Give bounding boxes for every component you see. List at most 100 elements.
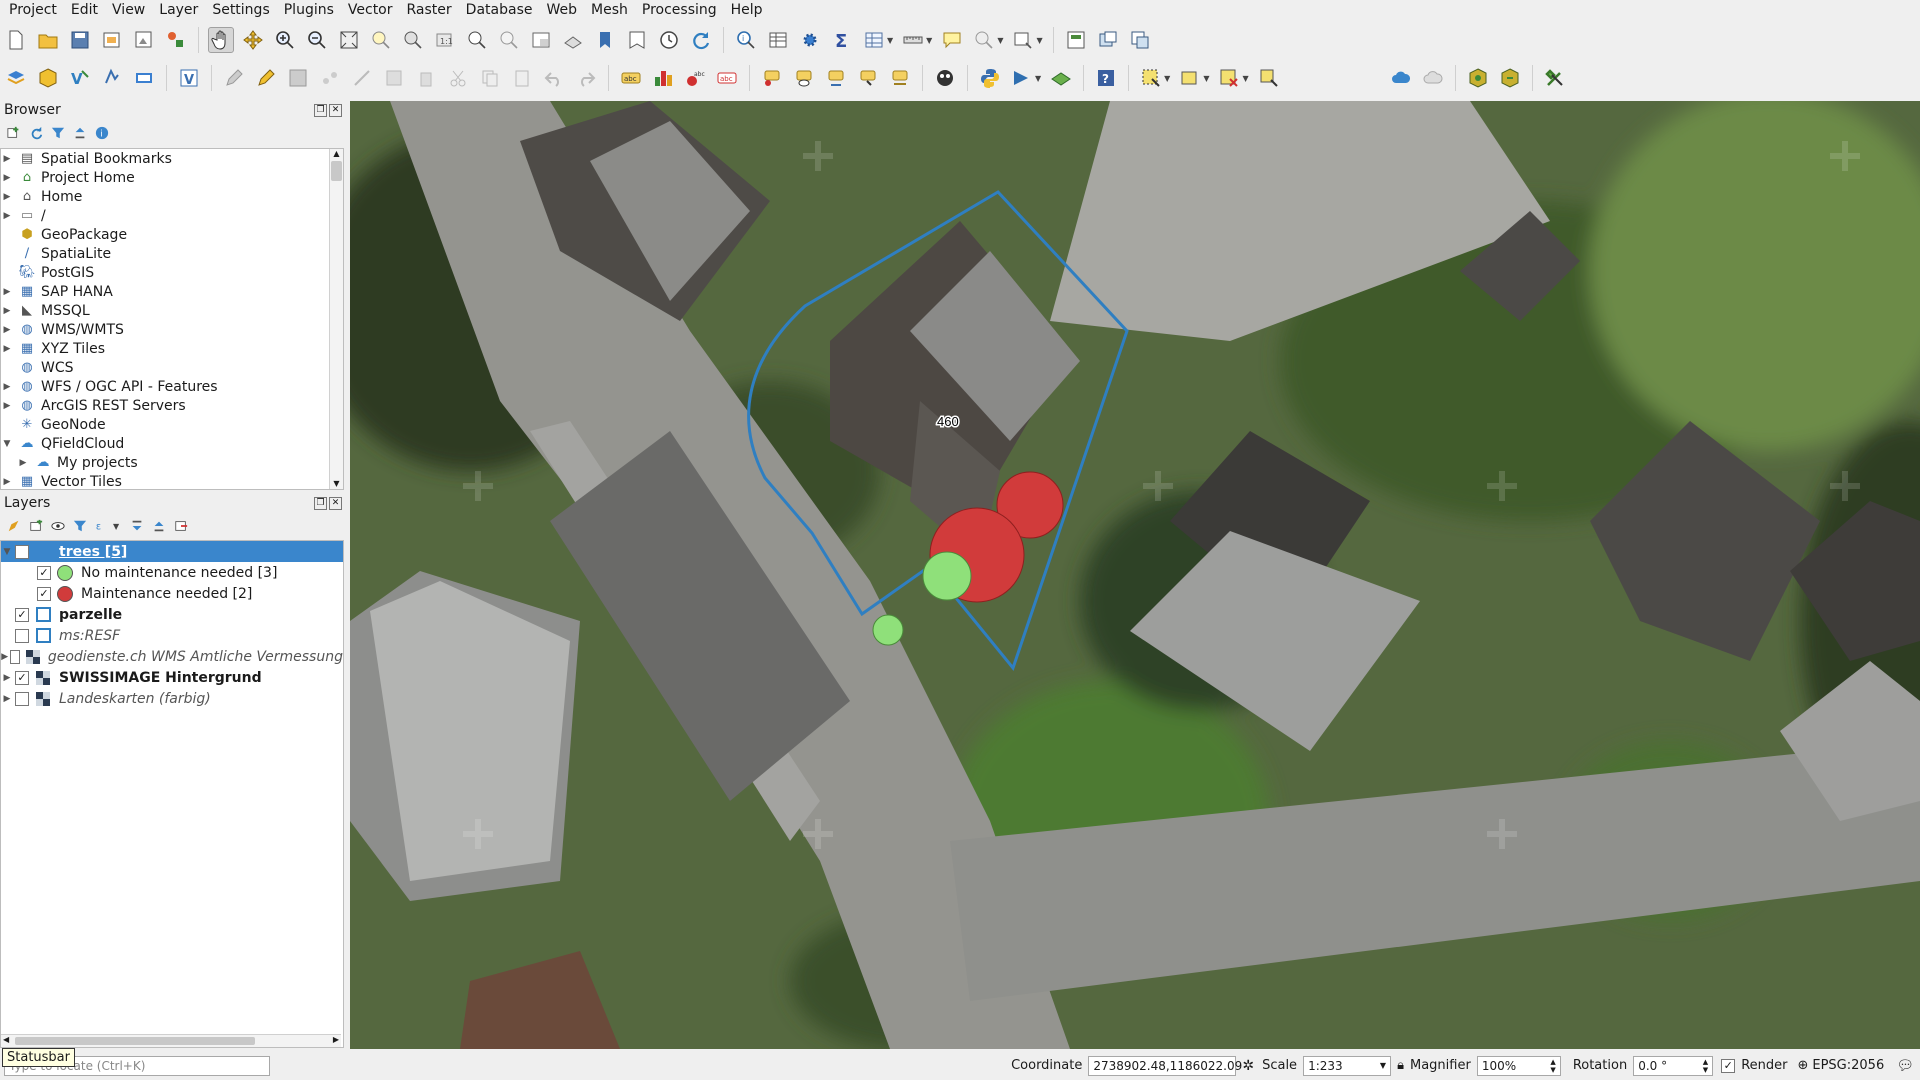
layer-item-trees-5[interactable]: ▼ ✓ trees [5] xyxy=(1,541,343,562)
browser-item-spatial-bookmarks[interactable]: ▶ ▤ Spatial Bookmarks xyxy=(1,149,343,168)
zoom-to-layer-button[interactable] xyxy=(400,27,426,53)
new-virtual-layer-button[interactable] xyxy=(131,65,157,91)
menu-project[interactable]: Project xyxy=(4,2,62,18)
chevron-right-icon[interactable]: ▶ xyxy=(1,477,13,487)
plugin-manager-button[interactable] xyxy=(932,65,958,91)
paste-features-button[interactable] xyxy=(509,65,535,91)
annotation-button[interactable] xyxy=(1010,27,1036,53)
browser-item-arcgis-rest-servers[interactable]: ▶ ◍ ArcGIS REST Servers xyxy=(1,396,343,415)
layer-item-swissimage-hintergrund[interactable]: ▶ ✓ SWISSIMAGE Hintergrund xyxy=(1,667,343,688)
copy-features-button[interactable] xyxy=(477,65,503,91)
scroll-thumb[interactable] xyxy=(331,161,342,181)
label-pin-button[interactable]: abc xyxy=(682,65,708,91)
layer-visibility-checkbox[interactable]: ✓ xyxy=(15,544,29,559)
float-panel-icon[interactable]: ❐ xyxy=(314,496,327,510)
new-3d-view-button[interactable] xyxy=(560,27,586,53)
label-properties-button[interactable] xyxy=(887,65,913,91)
dropdown-arrow-icon[interactable]: ▼ xyxy=(1242,74,1248,83)
browser-item-wms-wmts[interactable]: ▶ ◍ WMS/WMTS xyxy=(1,320,343,339)
zoom-full-button[interactable] xyxy=(336,27,362,53)
new-map-view-button[interactable] xyxy=(528,27,554,53)
tools-button[interactable] xyxy=(1542,65,1568,91)
browser-item-project-home[interactable]: ▶ ⌂ Project Home xyxy=(1,168,343,187)
zoom-last-button[interactable] xyxy=(464,27,490,53)
dropdown-arrow-icon[interactable]: ▼ xyxy=(1203,74,1209,83)
select-by-value-button[interactable] xyxy=(1177,65,1203,91)
scroll-up-icon[interactable]: ▲ xyxy=(330,149,343,159)
layout-manager-button[interactable] xyxy=(131,27,157,53)
layers-hscrollbar[interactable]: ◀ ▶ xyxy=(1,1034,341,1047)
browser-item-mssql[interactable]: ▶ ◣ MSSQL xyxy=(1,301,343,320)
new-print-layout-button[interactable] xyxy=(99,27,125,53)
remove-layer-icon[interactable] xyxy=(173,518,189,534)
chevron-right-icon[interactable]: ▶ xyxy=(1,306,13,316)
rotation-spinbox[interactable]: 0.0 ° ▲ ▼ xyxy=(1633,1055,1714,1076)
lock-scale-icon[interactable]: 🔒︎ xyxy=(1397,1058,1404,1073)
layer-visibility-checkbox[interactable]: ✓ xyxy=(15,607,29,622)
attribute-table-button[interactable] xyxy=(765,27,791,53)
label-highlight-button[interactable]: abc xyxy=(714,65,740,91)
map-tips-button[interactable] xyxy=(939,27,965,53)
identify-features-button[interactable]: i xyxy=(733,27,759,53)
qfield-package-button-2[interactable] xyxy=(1465,65,1491,91)
cut-features-button[interactable] xyxy=(445,65,471,91)
messages-icon[interactable]: 💬︎ xyxy=(1896,1058,1914,1074)
browser-item-[interactable]: ▶ ▭ / xyxy=(1,206,343,225)
dropdown-arrow-icon[interactable]: ▼ xyxy=(997,36,1003,45)
chevron-down-icon[interactable]: ▼ xyxy=(1,439,13,449)
zoom-in-button[interactable] xyxy=(272,27,298,53)
layer-item-landeskarten-farbig[interactable]: ▶ Landeskarten (farbig) xyxy=(1,688,343,709)
save-edits-button[interactable] xyxy=(285,65,311,91)
zoom-native-button[interactable]: 1:1 xyxy=(432,27,458,53)
layer-item-ms-resf[interactable]: ms:RESF xyxy=(1,625,343,646)
layer-item-no-maintenance-needed-3[interactable]: ✓ No maintenance needed [3] xyxy=(1,562,343,583)
chevron-right-icon[interactable]: ▶ xyxy=(1,154,13,164)
menu-vector[interactable]: Vector xyxy=(343,2,398,18)
menu-web[interactable]: Web xyxy=(541,2,582,18)
new-shapefile-layer-button[interactable]: V xyxy=(67,65,93,91)
crs-button[interactable]: EPSG:2056 xyxy=(1812,1058,1884,1073)
browser-item-home[interactable]: ▶ ⌂ Home xyxy=(1,187,343,206)
vertex-tool-button[interactable] xyxy=(349,65,375,91)
coordinate-field[interactable]: 2738902.48,1186022.09 xyxy=(1088,1055,1242,1076)
python-console-button[interactable] xyxy=(977,65,1003,91)
zoom-out-button[interactable] xyxy=(304,27,330,53)
browser-item-sap-hana[interactable]: ▶ ▦ SAP HANA xyxy=(1,282,343,301)
filter-expression-icon[interactable]: ε xyxy=(94,518,110,534)
layer-item-geodienste-ch-wms-amtliche-vermessung[interactable]: ▶ geodienste.ch WMS Amtliche Vermessung xyxy=(1,646,343,667)
dropdown-arrow-icon[interactable]: ▼ xyxy=(1164,74,1170,83)
dropdown-arrow-icon[interactable]: ▼ xyxy=(926,36,932,45)
browser-item-vector-tiles[interactable]: ▶ ▦ Vector Tiles xyxy=(1,472,343,490)
measure-line-button[interactable] xyxy=(900,27,926,53)
chevron-right-icon[interactable]: ▶ xyxy=(1,287,13,297)
chevron-right-icon[interactable]: ▶ xyxy=(1,192,13,202)
current-edits-button[interactable] xyxy=(221,65,247,91)
browser-item-wcs[interactable]: ◍ WCS xyxy=(1,358,343,377)
menu-view[interactable]: View xyxy=(107,2,150,18)
layer-item-parzelle[interactable]: ✓ parzelle xyxy=(1,604,343,625)
qfieldcloud-sync-button[interactable] xyxy=(1388,65,1414,91)
menu-edit[interactable]: Edit xyxy=(66,2,103,18)
temporal-controller-button[interactable] xyxy=(656,27,682,53)
processing-toolbox-button[interactable] xyxy=(1009,65,1035,91)
deselect-all-button[interactable] xyxy=(1216,65,1242,91)
style-manager-button[interactable] xyxy=(163,27,189,53)
magnifier-spinbox[interactable]: 100% ▲ ▼ xyxy=(1476,1055,1561,1076)
label-show-hide-button[interactable] xyxy=(791,65,817,91)
qfieldcloud-projects-button[interactable] xyxy=(1420,65,1446,91)
tree-point-no-maintenance[interactable] xyxy=(922,551,972,601)
toggle-editing-button[interactable] xyxy=(253,65,279,91)
chevron-right-icon[interactable]: ▶ xyxy=(1,673,13,683)
pan-to-selection-button[interactable] xyxy=(240,27,266,53)
collapse-all-icon[interactable] xyxy=(72,125,88,141)
chevron-right-icon[interactable]: ▶ xyxy=(1,325,13,335)
help-contents-button[interactable]: ? xyxy=(1093,65,1119,91)
browser-item-spatialite[interactable]: ∕ SpatiaLite xyxy=(1,244,343,263)
browser-item-geopackage[interactable]: ⬢ GeoPackage xyxy=(1,225,343,244)
show-bookmarks-button[interactable] xyxy=(624,27,650,53)
layer-visibility-checkbox[interactable]: ✓ xyxy=(37,565,51,580)
float-panel-icon[interactable]: ❐ xyxy=(314,103,327,117)
menu-layer[interactable]: Layer xyxy=(154,2,203,18)
browser-item-wfs-ogc-api-features[interactable]: ▶ ◍ WFS / OGC API - Features xyxy=(1,377,343,396)
data-source-manager-button[interactable] xyxy=(3,65,29,91)
